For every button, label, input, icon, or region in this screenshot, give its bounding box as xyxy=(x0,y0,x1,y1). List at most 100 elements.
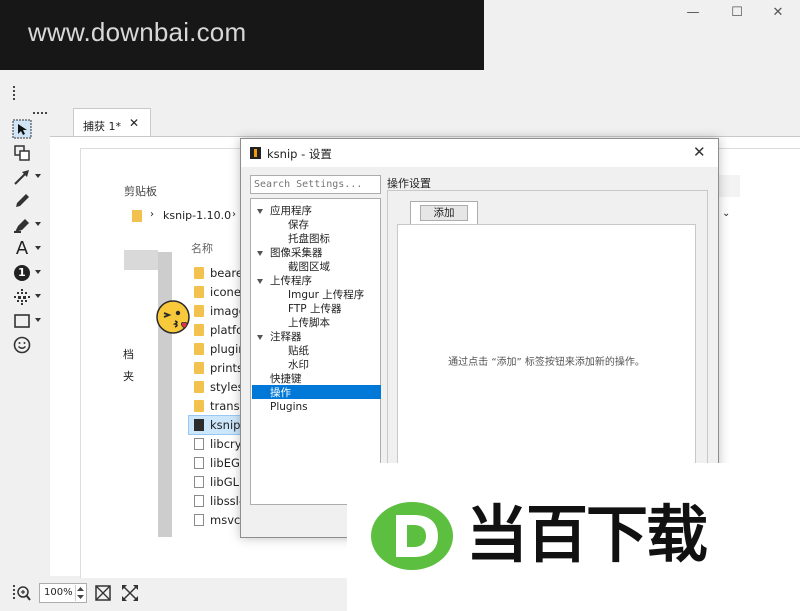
text-tool-icon: A xyxy=(15,238,29,259)
marker-tool-icon xyxy=(14,219,29,233)
list-item: libEGL xyxy=(190,454,246,473)
file-name: platfo xyxy=(210,323,244,337)
chevron-down-icon[interactable] xyxy=(35,318,41,322)
minimize-button[interactable]: — xyxy=(680,2,706,24)
select-tool-icon xyxy=(12,119,32,139)
reset-zoom-icon[interactable] xyxy=(121,584,139,602)
explorer-clipboard-label: 剪贴板 xyxy=(124,185,157,198)
chevron-right-icon: › xyxy=(150,209,154,220)
explorer-path: ksnip-1.10.0 xyxy=(163,209,232,222)
folder-icon xyxy=(194,362,204,374)
chevron-down-icon: ⌄ xyxy=(722,208,731,219)
tab-add: 添加 xyxy=(410,201,478,224)
file-icon xyxy=(194,514,204,526)
dialog-title: ksnip - 设置 xyxy=(267,147,332,161)
file-name: libssl- xyxy=(210,494,244,508)
toolbar-grip-icon[interactable] xyxy=(12,86,16,102)
number-tool-label: 1 xyxy=(18,266,26,279)
tree-item-imgur[interactable]: Imgur 上传程序 xyxy=(288,288,364,302)
tree-item-actions[interactable]: 操作 xyxy=(270,386,291,400)
select-tool-button[interactable] xyxy=(10,118,44,140)
toolbar-handle-icon[interactable] xyxy=(33,111,49,115)
tree-item-plugins[interactable]: Plugins xyxy=(270,400,308,414)
maximize-button[interactable]: ☐ xyxy=(724,2,750,24)
list-item: prints xyxy=(190,359,246,378)
tree-item-capture[interactable]: 图像采集器 xyxy=(270,246,323,260)
sticker-tool-button[interactable] xyxy=(10,334,44,356)
chevron-down-icon[interactable] xyxy=(257,209,263,214)
explorer-name-header: 名称 xyxy=(191,242,213,255)
brand-logo-icon xyxy=(371,502,453,570)
list-item: libssl- xyxy=(190,492,246,511)
spin-arrows-icon[interactable] xyxy=(76,585,85,601)
tree-item-tray[interactable]: 托盘图标 xyxy=(288,232,330,246)
tree-item-app[interactable]: 应用程序 xyxy=(270,204,312,218)
folder-icon xyxy=(194,343,204,355)
settings-tree: 应用程序 保存 托盘图标 图像采集器 截图区域 上传程序 Imgur 上传程序 … xyxy=(250,198,381,505)
pen-tool-icon xyxy=(16,194,29,207)
list-item: transl xyxy=(190,397,246,416)
kiss-emoji-sticker-icon[interactable] xyxy=(156,300,192,336)
list-item: beare xyxy=(190,264,246,283)
tree-item-script[interactable]: 上传脚本 xyxy=(288,316,330,330)
duplicate-tool-button[interactable] xyxy=(10,142,44,164)
chevron-down-icon[interactable] xyxy=(257,335,263,340)
close-dialog-button[interactable]: ✕ xyxy=(693,143,706,161)
explorer-nav-label: 夹 xyxy=(123,370,134,383)
chevron-down-icon[interactable] xyxy=(35,174,41,178)
zoom-icon[interactable] xyxy=(12,584,32,604)
tree-item-hotkeys[interactable]: 快捷键 xyxy=(270,372,302,386)
file-name: plugir xyxy=(210,342,244,356)
chevron-down-icon[interactable] xyxy=(35,222,41,226)
arrow-tool-button[interactable] xyxy=(10,166,44,188)
tree-item-snip-area[interactable]: 截图区域 xyxy=(288,260,330,274)
chevron-down-icon[interactable] xyxy=(35,246,41,250)
fit-to-window-icon[interactable] xyxy=(94,584,112,602)
file-name: beare xyxy=(210,266,243,280)
list-item: image xyxy=(190,302,246,321)
folder-icon xyxy=(194,324,204,336)
settings-search-input[interactable] xyxy=(250,175,381,194)
zoom-spinbox[interactable]: 100% xyxy=(39,583,87,603)
tree-item-sticker[interactable]: 贴纸 xyxy=(288,344,309,358)
chevron-down-icon[interactable] xyxy=(257,279,263,284)
folder-icon xyxy=(194,400,204,412)
tree-item-save[interactable]: 保存 xyxy=(288,218,309,232)
add-action-button[interactable]: 添加 xyxy=(420,205,468,221)
blur-tool-icon xyxy=(14,289,30,305)
close-tab-icon[interactable]: ✕ xyxy=(129,116,139,130)
file-name: libcry xyxy=(210,437,242,451)
pen-tool-button[interactable] xyxy=(10,190,44,212)
marker-tool-button[interactable] xyxy=(10,214,44,236)
tree-item-ftp[interactable]: FTP 上传器 xyxy=(288,302,341,316)
folder-icon xyxy=(194,305,204,317)
zoom-spin-arrows[interactable] xyxy=(75,585,85,601)
folder-icon xyxy=(194,267,204,279)
file-icon xyxy=(194,495,204,507)
number-tool-button[interactable]: 1 xyxy=(10,262,44,284)
file-icon xyxy=(194,476,204,488)
text-tool-button[interactable]: A xyxy=(10,238,44,260)
list-item: styles xyxy=(190,378,246,397)
list-item: msvcp xyxy=(190,511,246,530)
blur-tool-button[interactable] xyxy=(10,286,44,308)
watermark-brand-text: 当百下载 xyxy=(466,498,708,571)
tree-item-uploader[interactable]: 上传程序 xyxy=(270,274,312,288)
close-window-button[interactable]: ✕ xyxy=(765,2,791,24)
watermark-banner: www.downbai.com xyxy=(0,0,484,70)
chevron-down-icon[interactable] xyxy=(257,251,263,256)
folder-icon xyxy=(194,381,204,393)
chevron-down-icon[interactable] xyxy=(35,294,41,298)
file-name: icone xyxy=(210,285,241,299)
chevron-down-icon[interactable] xyxy=(35,270,41,274)
explorer-nav-label: 档 xyxy=(123,348,134,361)
tab-capture-label: 捕获 1* xyxy=(83,120,121,133)
list-item: ksnip. xyxy=(190,416,246,435)
folder-icon xyxy=(132,210,142,222)
rectangle-tool-button[interactable] xyxy=(10,310,44,332)
tree-item-annotator[interactable]: 注释器 xyxy=(270,330,302,344)
file-icon xyxy=(194,438,204,450)
tab-capture[interactable]: 捕获 1* ✕ xyxy=(73,108,151,137)
empty-actions-message: 通过点击 “添加” 标签按钮来添加新的操作。 xyxy=(448,357,645,368)
tree-item-watermark[interactable]: 水印 xyxy=(288,358,309,372)
